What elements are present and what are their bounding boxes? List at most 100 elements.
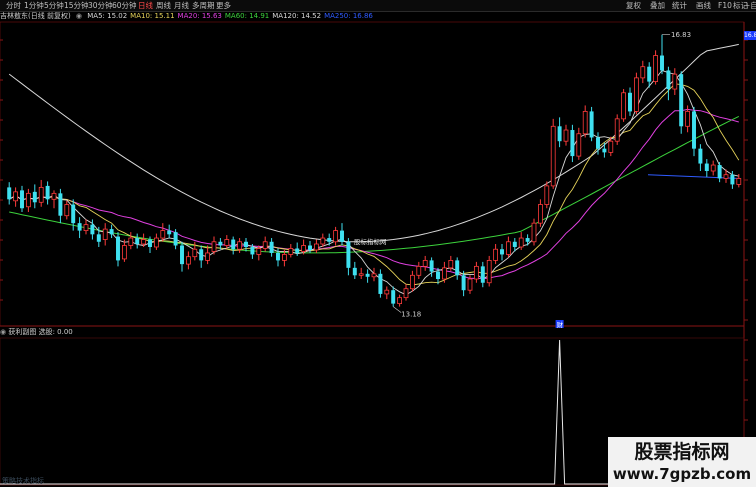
candle-body — [506, 241, 511, 255]
candle-body — [51, 192, 57, 200]
candle-body — [122, 245, 127, 260]
candle-body — [211, 241, 217, 252]
current-price-tag: 16.83 — [744, 31, 756, 40]
candle-body — [301, 245, 306, 252]
candle-body — [448, 259, 454, 269]
candle-body — [83, 224, 89, 231]
candle-body — [26, 192, 31, 208]
low-label: 13.18 — [401, 311, 421, 319]
candle-body — [231, 239, 236, 250]
circle-icon[interactable]: ◉ — [0, 328, 6, 336]
candle-body — [358, 273, 364, 276]
stock-chart[interactable]: 16.83 13.18 股标指标网财 — [0, 0, 756, 487]
candle-body — [269, 241, 274, 253]
candle-body — [582, 111, 588, 135]
brand-watermark: 股票指标网 www.7gpzb.com — [608, 437, 756, 487]
candle-body — [653, 55, 658, 83]
candle-body — [384, 289, 390, 295]
candle-body — [679, 74, 684, 127]
candle-body — [90, 224, 95, 235]
candle-body — [621, 92, 626, 120]
candle-body — [493, 248, 498, 261]
candle-body — [717, 165, 722, 179]
candle-body — [77, 223, 82, 231]
candle-body — [64, 204, 70, 217]
candle-body — [589, 111, 594, 138]
candle-body — [96, 234, 101, 242]
bottom-watermark: 策略技术指标 — [2, 477, 44, 485]
candle-body — [474, 265, 479, 280]
ma120-line — [8, 43, 739, 243]
candle-body — [500, 249, 504, 255]
candle-body — [365, 273, 370, 277]
candle-body — [614, 118, 620, 142]
candle-body — [154, 237, 159, 248]
candle-body — [666, 70, 671, 90]
candle-body — [192, 248, 198, 258]
candle-body — [436, 271, 440, 280]
candle-body — [346, 241, 351, 268]
candle-body — [685, 111, 690, 127]
candle-body — [692, 111, 696, 149]
candle-body — [224, 239, 230, 246]
candle-body — [672, 73, 678, 90]
candle-body — [45, 185, 50, 200]
candle-body — [576, 133, 582, 157]
candle-body — [596, 137, 600, 149]
candle-body — [371, 273, 377, 278]
high-label: 16.83 — [671, 31, 691, 39]
candle-body — [563, 129, 569, 142]
candle-body — [486, 259, 492, 284]
candle-body — [570, 130, 575, 157]
candle-body — [442, 267, 447, 280]
candle-body — [256, 248, 262, 255]
candle-body — [205, 252, 210, 261]
candle-body — [167, 230, 172, 235]
candle-body — [314, 243, 319, 251]
candle-body — [135, 238, 140, 245]
candle-body — [333, 230, 338, 243]
finance-marker-text: 财 — [557, 320, 564, 329]
candle-body — [557, 126, 562, 142]
candle-body — [327, 238, 332, 242]
candle-body — [391, 290, 396, 304]
candle-body — [71, 204, 76, 224]
candle-body — [20, 190, 24, 209]
candle-body — [544, 185, 550, 205]
main-panel-frame — [0, 21, 745, 327]
candle-body — [295, 248, 300, 253]
candle-body — [378, 273, 383, 294]
candle-body — [608, 140, 614, 153]
candle-body — [13, 191, 18, 202]
candle-body — [698, 148, 703, 164]
candle-body — [186, 256, 191, 265]
candle-body — [730, 174, 735, 185]
low-pointer — [393, 306, 402, 313]
candle-body — [58, 193, 63, 216]
candle-body — [397, 297, 402, 305]
candle-body — [340, 230, 344, 242]
candle-body — [288, 248, 294, 255]
candle-body — [531, 222, 537, 243]
candle-body — [710, 164, 716, 172]
candle-body — [480, 266, 485, 283]
candle-body — [518, 237, 524, 248]
candle-body — [282, 254, 287, 261]
candle-body — [455, 260, 460, 276]
candle-body — [422, 259, 428, 267]
candle-body — [628, 92, 632, 112]
indicator-name: 获利副图 — [8, 328, 37, 336]
candle-body — [320, 237, 326, 245]
candle-body — [141, 239, 146, 245]
brand-line1: 股票指标网 — [634, 441, 730, 463]
candle-body — [109, 229, 114, 235]
sub-chart-header: ◉ 获利副图 选股: 0.00 — [0, 327, 73, 338]
signal-label: 选股: 0.00 — [38, 328, 73, 336]
candle-body — [352, 267, 357, 276]
candle-body — [148, 239, 152, 247]
candle-body — [308, 245, 312, 250]
candle-body — [128, 237, 134, 246]
candle-body — [723, 174, 729, 179]
candle-body — [704, 163, 709, 171]
candle-body — [550, 125, 556, 187]
